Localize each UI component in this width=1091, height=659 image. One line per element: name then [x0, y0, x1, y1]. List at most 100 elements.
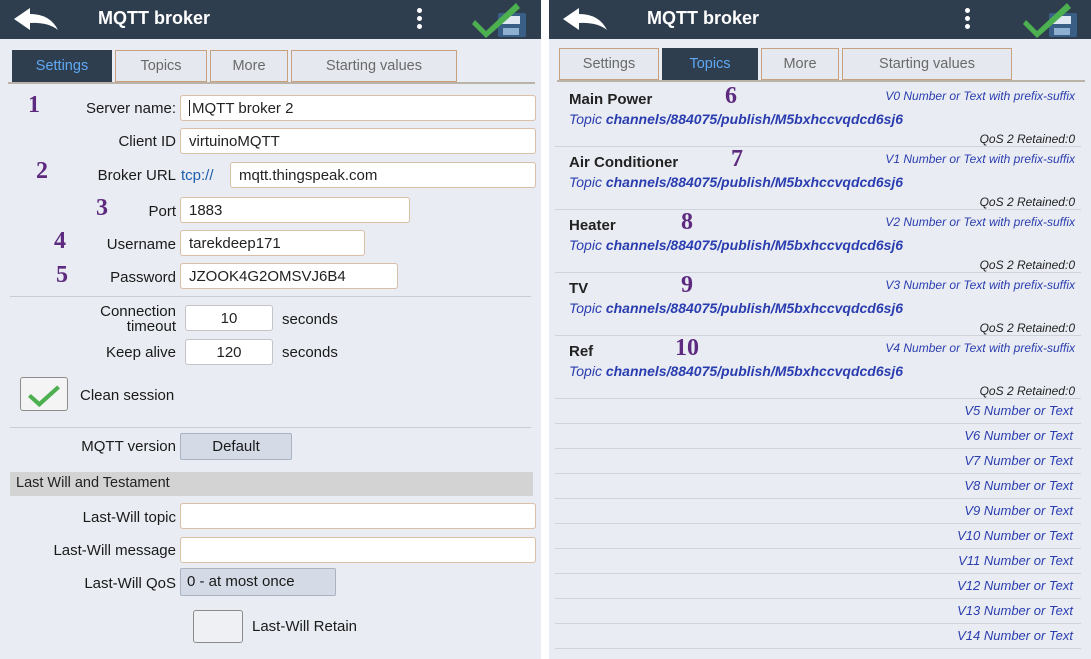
empty-topic-slot[interactable]: V12 Number or Text: [555, 574, 1081, 599]
app-title: MQTT broker: [647, 8, 760, 28]
last-will-topic-input[interactable]: [180, 503, 536, 529]
empty-topic-slot[interactable]: V9 Number or Text: [555, 499, 1081, 524]
topic-path: Topic channels/884075/publish/M5bxhccvqd…: [569, 174, 903, 190]
topic-path-value: channels/884075/publish/M5bxhccvqdcd6sj6: [605, 111, 904, 127]
save-check-icon[interactable]: [1023, 1, 1083, 39]
topic-variable: V0 Number or Text with prefix-suffix: [885, 89, 1075, 103]
tab-bar: Settings Topics More Starting values: [12, 50, 460, 82]
back-arrow-icon[interactable]: [12, 6, 60, 32]
topic-path: Topic channels/884075/publish/M5bxhccvqd…: [569, 237, 903, 253]
mqtt-version-button[interactable]: Default: [180, 433, 292, 460]
tab-starting-values[interactable]: Starting values: [291, 50, 457, 82]
connection-timeout-unit: seconds: [282, 311, 338, 328]
topic-qos: QoS 2 Retained:0: [979, 258, 1075, 272]
empty-topic-slot[interactable]: V5 Number or Text: [555, 399, 1081, 424]
empty-topic-slot[interactable]: V14 Number or Text: [555, 624, 1081, 649]
topic-path-value: channels/884075/publish/M5bxhccvqdcd6sj6: [605, 363, 904, 379]
tab-settings[interactable]: Settings: [12, 50, 112, 82]
tab-settings[interactable]: Settings: [559, 48, 659, 80]
annotation-number: 3: [96, 195, 108, 221]
overflow-menu-icon[interactable]: [961, 7, 973, 33]
topic-qos: QoS 2 Retained:0: [979, 321, 1075, 335]
tab-starting-values[interactable]: Starting values: [842, 48, 1012, 80]
client-id-label: Client ID: [118, 133, 176, 150]
empty-topic-slot[interactable]: V13 Number or Text: [555, 599, 1081, 624]
password-label: Password: [110, 269, 176, 286]
connection-timeout-input[interactable]: 10: [185, 305, 273, 331]
clean-session-label: Clean session: [80, 387, 175, 404]
last-will-qos-select[interactable]: 0 - at most once: [180, 568, 336, 596]
last-will-retain-checkbox[interactable]: [193, 610, 243, 643]
username-input[interactable]: tarekdeep171: [180, 230, 365, 256]
topic-qos: QoS 2 Retained:0: [979, 132, 1075, 146]
topic-row[interactable]: TV 9 V3 Number or Text with prefix-suffi…: [555, 272, 1081, 336]
app-title: MQTT broker: [98, 8, 211, 28]
empty-topic-slot[interactable]: V8 Number or Text: [555, 474, 1081, 499]
topic-variable: V2 Number or Text with prefix-suffix: [885, 215, 1075, 229]
empty-topic-slot[interactable]: V6 Number or Text: [555, 424, 1081, 449]
tab-more[interactable]: More: [210, 50, 288, 82]
annotation-number: 7: [731, 146, 743, 172]
last-will-message-input[interactable]: [180, 537, 536, 563]
topic-path: Topic channels/884075/publish/M5bxhccvqd…: [569, 363, 903, 379]
broker-url-input[interactable]: mqtt.thingspeak.com: [230, 162, 536, 188]
topic-path: Topic channels/884075/publish/M5bxhccvqd…: [569, 300, 903, 316]
topic-word: Topic: [569, 237, 602, 253]
mqtt-version-label: MQTT version: [81, 438, 176, 455]
clean-session-checkbox[interactable]: [20, 377, 68, 411]
topic-row[interactable]: Heater 8 V2 Number or Text with prefix-s…: [555, 209, 1081, 273]
topic-path-value: channels/884075/publish/M5bxhccvqdcd6sj6: [605, 174, 904, 190]
keep-alive-input[interactable]: 120: [185, 339, 273, 365]
password-input[interactable]: JZOOK4G2OMSVJ6B4: [180, 263, 398, 289]
tab-more[interactable]: More: [761, 48, 839, 80]
last-will-qos-label: Last-Will QoS: [84, 575, 176, 592]
tab-underline: [8, 82, 535, 84]
annotation-number: 4: [54, 228, 66, 254]
annotation-number: 2: [36, 158, 48, 184]
overflow-menu-icon[interactable]: [413, 7, 425, 33]
topic-name: Air Conditioner: [569, 154, 679, 171]
annotation-number: 8: [681, 209, 693, 235]
annotation-number: 1: [28, 92, 40, 118]
topic-word: Topic: [569, 174, 602, 190]
server-name-input[interactable]: MQTT broker 2: [180, 95, 536, 121]
topic-row[interactable]: Air Conditioner 7 V1 Number or Text with…: [555, 146, 1081, 210]
save-check-icon[interactable]: [472, 1, 532, 39]
topic-path: Topic channels/884075/publish/M5bxhccvqd…: [569, 111, 903, 127]
keep-alive-unit: seconds: [282, 344, 338, 361]
tab-topics[interactable]: Topics: [115, 50, 207, 82]
app-bar: MQTT broker: [0, 0, 541, 39]
topic-path-value: channels/884075/publish/M5bxhccvqdcd6sj6: [605, 237, 904, 253]
topic-row[interactable]: Ref 10 V4 Number or Text with prefix-suf…: [555, 335, 1081, 399]
topic-row[interactable]: Main Power 6 V0 Number or Text with pref…: [555, 83, 1081, 147]
topic-name: Main Power: [569, 91, 653, 108]
last-will-retain-label: Last-Will Retain: [252, 618, 358, 635]
connection-timeout-label-line2: timeout: [126, 318, 176, 335]
empty-topic-slot[interactable]: V11 Number or Text: [555, 549, 1081, 574]
topic-qos: QoS 2 Retained:0: [979, 195, 1075, 209]
last-will-message-label: Last-Will message: [53, 542, 176, 559]
port-input[interactable]: 1883: [180, 197, 410, 223]
tab-topics[interactable]: Topics: [662, 48, 758, 80]
topic-name: TV: [569, 280, 589, 297]
topic-word: Topic: [569, 300, 602, 316]
topic-variable: V3 Number or Text with prefix-suffix: [885, 278, 1075, 292]
connection-timeout-label: Connection timeout: [50, 304, 176, 334]
divider: [10, 427, 531, 428]
keep-alive-label: Keep alive: [105, 344, 176, 361]
port-label: Port: [148, 203, 176, 220]
empty-topic-slot[interactable]: V10 Number or Text: [555, 524, 1081, 549]
topics-screen: MQTT broker Settings Topics More Startin…: [549, 0, 1091, 659]
back-arrow-icon[interactable]: [561, 6, 609, 32]
check-icon: [28, 385, 60, 408]
topic-variable: V4 Number or Text with prefix-suffix: [885, 341, 1075, 355]
topic-variable: V1 Number or Text with prefix-suffix: [885, 152, 1075, 166]
app-bar: MQTT broker: [549, 0, 1091, 39]
annotation-number: 5: [56, 262, 68, 288]
annotation-number: 6: [725, 83, 737, 109]
client-id-input[interactable]: virtuinoMQTT: [180, 128, 536, 154]
topic-name: Heater: [569, 217, 616, 234]
empty-topic-slot[interactable]: V7 Number or Text: [555, 449, 1081, 474]
divider: [10, 296, 531, 297]
topic-path-value: channels/884075/publish/M5bxhccvqdcd6sj6: [605, 300, 904, 316]
